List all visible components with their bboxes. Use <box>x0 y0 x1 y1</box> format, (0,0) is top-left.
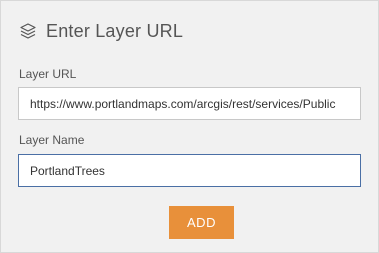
layer-url-input[interactable] <box>18 87 361 120</box>
panel-header: Enter Layer URL <box>18 18 183 44</box>
layer-url-label: Layer URL <box>19 67 77 81</box>
layers-icon <box>18 21 38 41</box>
enter-layer-url-panel: Enter Layer URL Layer URL Layer Name ADD <box>0 0 379 253</box>
layer-name-label: Layer Name <box>19 133 85 147</box>
layer-name-input[interactable] <box>18 154 361 187</box>
page-title: Enter Layer URL <box>46 20 184 41</box>
add-button[interactable]: ADD <box>169 206 234 239</box>
